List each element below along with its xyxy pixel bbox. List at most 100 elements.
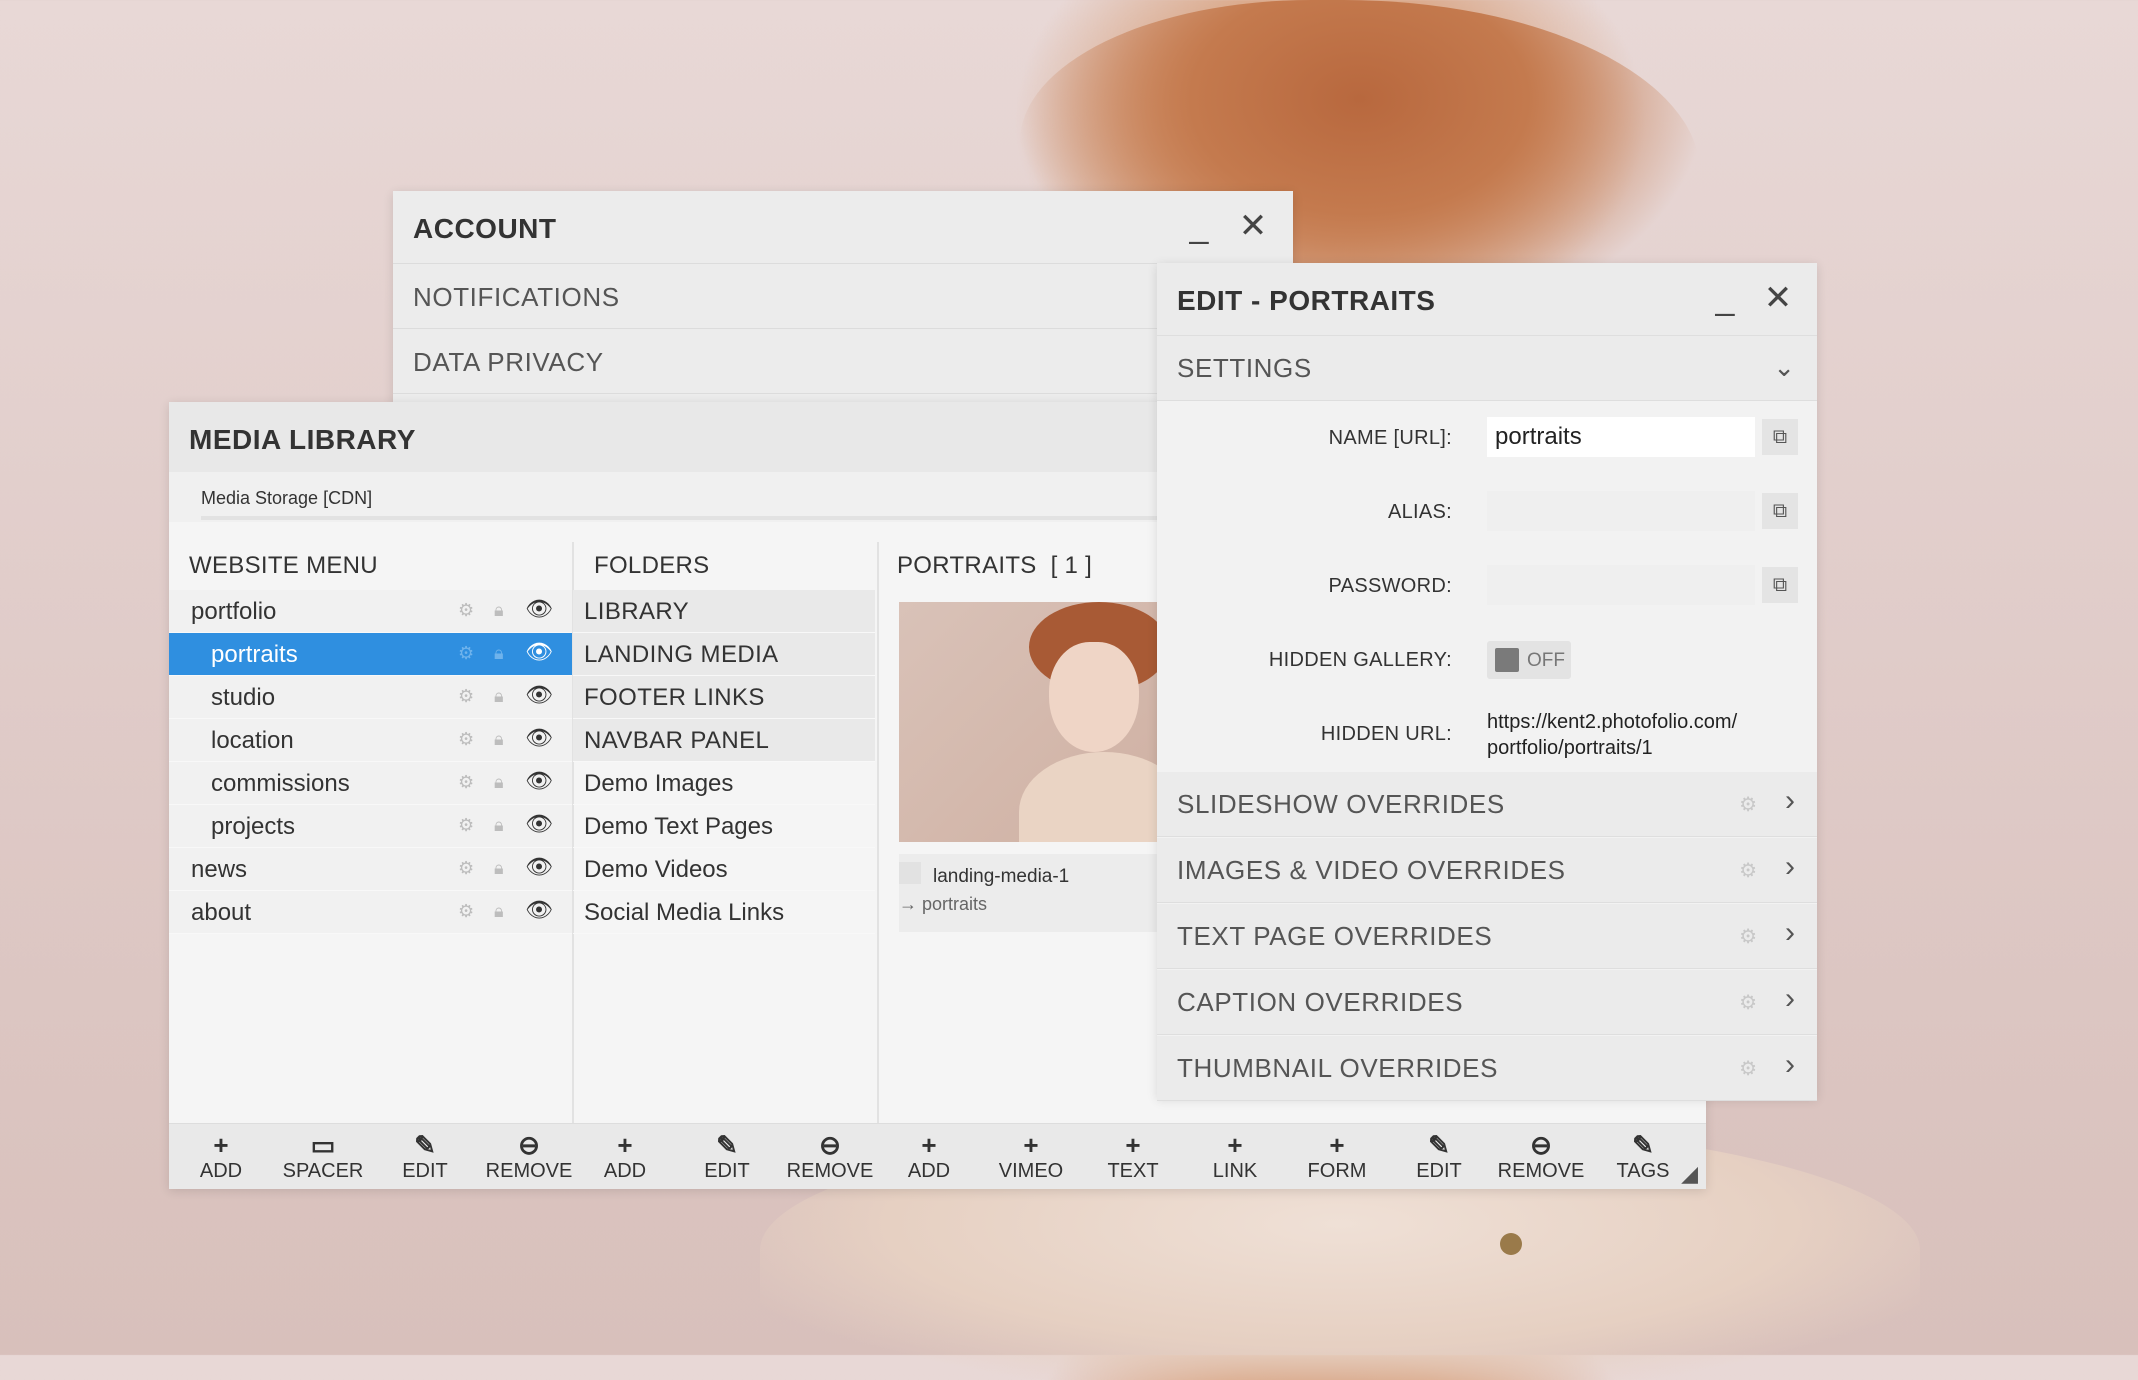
- slideshow-overrides-section[interactable]: SLIDESHOW OVERRIDES ⚙ ›: [1157, 772, 1817, 837]
- folder-edit-button[interactable]: ✎ EDIT: [677, 1132, 777, 1183]
- copy-icon[interactable]: ⧉: [1762, 493, 1798, 529]
- thumbnail-checkbox[interactable]: [899, 862, 921, 884]
- minimize-icon[interactable]: _: [1708, 281, 1742, 315]
- gallery-tags-button[interactable]: ✎ TAGS: [1593, 1132, 1693, 1183]
- gear-icon[interactable]: ⚙: [458, 729, 474, 750]
- gallery-link-button[interactable]: + LINK: [1185, 1132, 1285, 1183]
- text-page-overrides-section[interactable]: TEXT PAGE OVERRIDES ⚙ ›: [1157, 904, 1817, 969]
- gear-icon[interactable]: ⚙: [458, 858, 474, 879]
- gallery-edit-button[interactable]: ✎ EDIT: [1389, 1132, 1489, 1183]
- edit-header[interactable]: EDIT - PORTRAITS _ ✕: [1157, 263, 1817, 336]
- button-label: EDIT: [1416, 1160, 1462, 1182]
- gallery-thumbnail[interactable]: [899, 602, 1169, 842]
- close-icon[interactable]: ✕: [1236, 209, 1270, 243]
- lock-icon[interactable]: 🔒︎: [494, 815, 504, 836]
- menu-item-projects[interactable]: projects ⚙ 🔒︎ 👁︎: [169, 805, 572, 848]
- gear-icon[interactable]: ⚙: [1739, 990, 1757, 1015]
- button-label: ADD: [907, 1160, 951, 1182]
- close-icon[interactable]: ✕: [1761, 281, 1795, 315]
- menu-item-studio[interactable]: studio ⚙ 🔒︎ 👁︎: [169, 676, 572, 719]
- folder-item-landing-media[interactable]: LANDING MEDIA: [573, 633, 875, 676]
- copy-icon[interactable]: ⧉: [1762, 419, 1798, 455]
- account-header[interactable]: ACCOUNT _ ✕: [393, 191, 1293, 264]
- folder-item-demo-images[interactable]: Demo Images: [573, 762, 875, 805]
- folder-item-social-media-links[interactable]: Social Media Links: [573, 891, 875, 934]
- minus-circle-icon: ⊖: [819, 1130, 841, 1160]
- gear-icon[interactable]: ⚙: [458, 643, 474, 664]
- folder-label: Demo Images: [584, 770, 734, 797]
- section-label: TEXT PAGE OVERRIDES: [1177, 921, 1493, 951]
- gear-icon[interactable]: ⚙: [458, 901, 474, 922]
- menu-item-news[interactable]: news ⚙ 🔒︎ 👁︎: [169, 848, 572, 891]
- menu-item-label: location: [211, 727, 294, 754]
- gear-icon[interactable]: ⚙: [458, 772, 474, 793]
- menu-remove-button[interactable]: ⊖ REMOVE: [479, 1132, 579, 1183]
- name-url-input[interactable]: [1487, 417, 1755, 457]
- menu-item-label: commissions: [211, 770, 350, 797]
- resize-handle-icon[interactable]: ◢: [1681, 1161, 1698, 1187]
- menu-item-location[interactable]: location ⚙ 🔒︎ 👁︎: [169, 719, 572, 762]
- menu-item-commissions[interactable]: commissions ⚙ 🔒︎ 👁︎: [169, 762, 572, 805]
- gear-icon[interactable]: ⚙: [458, 600, 474, 621]
- gallery-form-button[interactable]: + FORM: [1287, 1132, 1387, 1183]
- folder-item-navbar-panel[interactable]: NAVBAR PANEL: [573, 719, 875, 762]
- eye-icon[interactable]: 👁︎: [525, 811, 553, 837]
- eye-icon[interactable]: 👁︎: [525, 725, 553, 751]
- gear-icon[interactable]: ⚙: [1739, 858, 1757, 883]
- images-video-overrides-section[interactable]: IMAGES & VIDEO OVERRIDES ⚙ ›: [1157, 838, 1817, 903]
- hidden-url-link[interactable]: https://kent2.photofolio.com/ portfolio/…: [1487, 709, 1737, 761]
- lock-icon[interactable]: 🔒︎: [494, 901, 504, 922]
- lock-icon[interactable]: 🔒︎: [494, 729, 504, 750]
- chevron-right-icon: ›: [1785, 1048, 1795, 1081]
- menu-item-portfolio[interactable]: portfolio ⚙ 🔒︎ 👁︎: [169, 590, 572, 633]
- folder-item-footer-links[interactable]: FOOTER LINKS: [573, 676, 875, 719]
- media-library-toolbar: + ADD ▭ SPACER ✎ EDIT ⊖ REMOVE + ADD ✎ EDIT ⊖ R…: [169, 1123, 1706, 1189]
- menu-add-button[interactable]: + ADD: [171, 1132, 271, 1183]
- eye-icon[interactable]: 👁︎: [525, 768, 553, 794]
- password-input[interactable]: [1487, 565, 1755, 605]
- eye-icon[interactable]: 👁︎: [525, 639, 553, 665]
- lock-icon[interactable]: 🔒︎: [494, 858, 504, 879]
- gallery-text-button[interactable]: + TEXT: [1083, 1132, 1183, 1183]
- folder-add-button[interactable]: + ADD: [575, 1132, 675, 1183]
- button-label: REMOVE: [1497, 1160, 1585, 1182]
- lock-icon[interactable]: 🔒︎: [494, 643, 504, 664]
- folder-label: LIBRARY: [584, 598, 690, 625]
- eye-icon[interactable]: 👁︎: [525, 682, 553, 708]
- eye-icon[interactable]: 👁︎: [525, 854, 553, 880]
- menu-item-about[interactable]: about ⚙ 🔒︎ 👁︎: [169, 891, 572, 934]
- gallery-add-button[interactable]: + ADD: [879, 1132, 979, 1183]
- hidden-gallery-toggle[interactable]: OFF: [1487, 641, 1571, 679]
- copy-icon[interactable]: ⧉: [1762, 567, 1798, 603]
- folder-remove-button[interactable]: ⊖ REMOVE: [780, 1132, 880, 1183]
- caption-overrides-section[interactable]: CAPTION OVERRIDES ⚙ ›: [1157, 970, 1817, 1035]
- button-label: FORM: [1307, 1160, 1367, 1182]
- gear-icon[interactable]: ⚙: [1739, 1056, 1757, 1081]
- settings-section[interactable]: SETTINGS ⌄: [1157, 336, 1817, 401]
- alias-label: ALIAS:: [1387, 501, 1452, 523]
- plus-icon: +: [1227, 1130, 1243, 1160]
- thumbnail-shoulder: [1019, 752, 1169, 842]
- alias-input[interactable]: [1487, 491, 1755, 531]
- lock-icon[interactable]: 🔒︎: [494, 686, 504, 707]
- lock-icon[interactable]: 🔒︎: [494, 600, 504, 621]
- eye-icon[interactable]: 👁︎: [525, 897, 553, 923]
- minimize-icon[interactable]: _: [1182, 209, 1216, 243]
- gallery-remove-button[interactable]: ⊖ REMOVE: [1491, 1132, 1591, 1183]
- thumbnail-overrides-section[interactable]: THUMBNAIL OVERRIDES ⚙ ›: [1157, 1036, 1817, 1101]
- folder-item-demo-text-pages[interactable]: Demo Text Pages: [573, 805, 875, 848]
- folder-item-demo-videos[interactable]: Demo Videos: [573, 848, 875, 891]
- folder-item-library[interactable]: LIBRARY: [573, 590, 875, 633]
- media-library-header[interactable]: MEDIA LIBRARY: [169, 402, 1169, 472]
- gear-icon[interactable]: ⚙: [1739, 924, 1757, 949]
- menu-item-portraits[interactable]: portraits ⚙ 🔒︎ 👁︎: [169, 633, 572, 676]
- gallery-vimeo-button[interactable]: + VIMEO: [981, 1132, 1081, 1183]
- eye-icon[interactable]: 👁︎: [525, 596, 553, 622]
- lock-icon[interactable]: 🔒︎: [494, 772, 504, 793]
- gear-icon[interactable]: ⚙: [458, 815, 474, 836]
- gear-icon[interactable]: ⚙: [458, 686, 474, 707]
- section-label: THUMBNAIL OVERRIDES: [1177, 1053, 1499, 1083]
- gear-icon[interactable]: ⚙: [1739, 792, 1757, 817]
- menu-spacer-button[interactable]: ▭ SPACER: [273, 1132, 373, 1183]
- menu-edit-button[interactable]: ✎ EDIT: [375, 1132, 475, 1183]
